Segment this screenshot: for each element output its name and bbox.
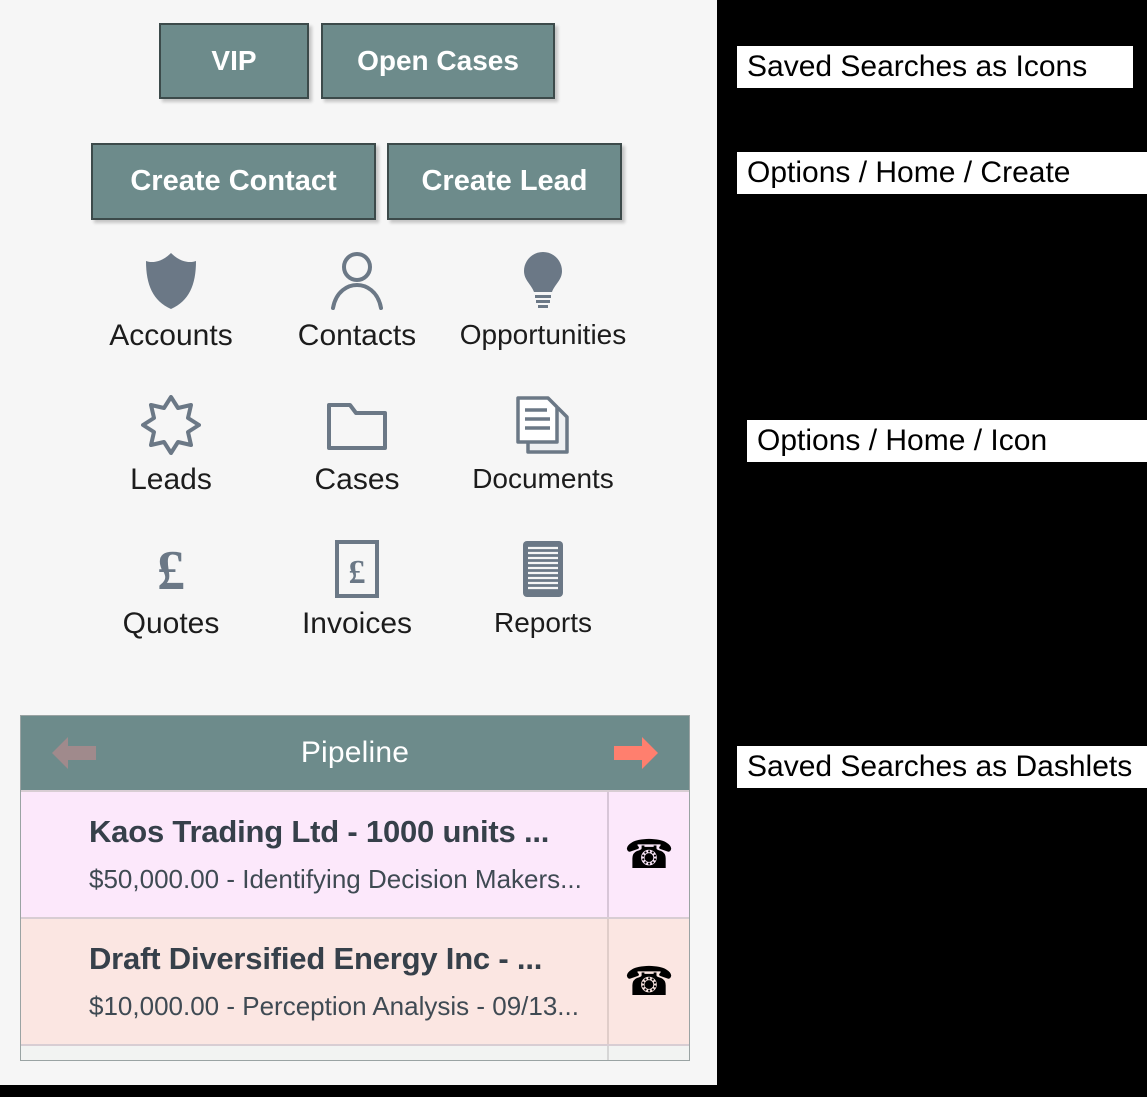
create-contact-button[interactable]: Create Contact xyxy=(91,143,376,220)
saved-search-label: Open Cases xyxy=(357,45,519,76)
module-icon-reports[interactable]: Reports xyxy=(438,536,648,637)
module-icon-documents[interactable]: Documents xyxy=(438,392,648,493)
svg-text:£: £ xyxy=(157,540,185,599)
pound-invoice-icon: £ xyxy=(252,536,462,602)
module-icon-quotes[interactable]: £ Quotes xyxy=(66,536,276,640)
module-icon-grid: Accounts Contacts Opportunities Leads Ca… xyxy=(0,248,717,680)
pipeline-row-call-button[interactable]: ☎ xyxy=(607,919,689,1044)
documents-icon xyxy=(438,392,648,458)
annotation-panel: Saved Searches as Icons Options / Home /… xyxy=(717,0,1147,1097)
icon-grid-row: £ Quotes £ Invoices Reports xyxy=(0,536,717,680)
create-action-label: Create Contact xyxy=(130,165,337,197)
pipeline-title: Pipeline xyxy=(300,736,410,769)
pipeline-row-name: Kaos Trading Ltd - 1000 units ... xyxy=(89,814,550,849)
module-icon-opportunities[interactable]: Opportunities xyxy=(438,248,648,349)
module-icon-accounts[interactable]: Accounts xyxy=(66,248,276,352)
saved-search-label: VIP xyxy=(211,45,257,76)
annotation-options-home-icon: Options / Home / Icon xyxy=(747,420,1147,462)
pipeline-row-detail: $50,000.00 - Identifying Decision Makers… xyxy=(89,864,582,894)
pipeline-row[interactable]: Draft Diversified Energy Inc - ... $10,0… xyxy=(21,917,689,1044)
module-icon-leads[interactable]: Leads xyxy=(66,392,276,496)
module-icon-invoices[interactable]: £ Invoices xyxy=(252,536,462,640)
annotation-saved-searches-as-dashlets: Saved Searches as Dashlets xyxy=(737,746,1147,788)
report-lines-icon xyxy=(438,536,648,602)
pipeline-row-call-button[interactable]: ☎ xyxy=(607,792,689,917)
pipeline-row-name: Draft Diversified Energy Inc - ... xyxy=(89,941,543,976)
arrow-right-icon[interactable] xyxy=(613,736,659,770)
pipeline-row[interactable]: Kaos Trading Ltd - 1000 units ... $50,00… xyxy=(21,790,689,917)
create-lead-button[interactable]: Create Lead xyxy=(387,143,622,220)
module-icon-contacts[interactable]: Contacts xyxy=(252,248,462,352)
module-icon-label: Contacts xyxy=(297,319,417,352)
screenshot-root: VIP Open Cases Create Contact Create Lea… xyxy=(0,0,1147,1097)
pipeline-dashlet: Pipeline Kaos Trading Ltd - 1000 units .… xyxy=(20,715,690,1061)
annotation-options-home-create: Options / Home / Create xyxy=(737,152,1147,194)
module-icon-label: Invoices xyxy=(301,607,413,640)
pipeline-row-content xyxy=(21,1046,607,1062)
pipeline-row-detail: $10,000.00 - Perception Analysis - 09/13… xyxy=(89,991,579,1021)
module-icon-label: Reports xyxy=(493,607,593,638)
pound-sign-icon: £ xyxy=(66,536,276,602)
svg-text:£: £ xyxy=(349,554,366,591)
annotation-saved-searches-as-icons: Saved Searches as Icons xyxy=(737,46,1133,88)
pipeline-header: Pipeline xyxy=(21,716,689,790)
saved-search-button-open-cases[interactable]: Open Cases xyxy=(321,23,555,99)
arrow-left-icon[interactable] xyxy=(51,736,97,770)
phone-icon: ☎ xyxy=(624,832,674,877)
module-icon-label: Accounts xyxy=(109,319,233,352)
saved-search-button-vip[interactable]: VIP xyxy=(159,23,309,99)
icon-grid-row: Leads Cases Documents xyxy=(0,392,717,536)
pipeline-row-partial[interactable] xyxy=(21,1044,689,1060)
mobile-app-panel: VIP Open Cases Create Contact Create Lea… xyxy=(0,0,717,1085)
icon-grid-row: Accounts Contacts Opportunities xyxy=(0,248,717,392)
phone-icon: ☎ xyxy=(624,959,674,1004)
create-action-label: Create Lead xyxy=(421,165,588,197)
folder-icon xyxy=(252,392,462,458)
shield-icon xyxy=(66,248,276,314)
module-icon-label: Cases xyxy=(314,463,400,496)
pipeline-row-content: Kaos Trading Ltd - 1000 units ... $50,00… xyxy=(21,792,607,917)
module-icon-label: Quotes xyxy=(122,607,220,640)
module-icon-label: Leads xyxy=(130,463,212,496)
module-icon-cases[interactable]: Cases xyxy=(252,392,462,496)
starburst-icon xyxy=(66,392,276,458)
module-icon-label: Opportunities xyxy=(459,319,627,350)
pipeline-row-call-button[interactable] xyxy=(607,1046,689,1060)
person-icon xyxy=(252,248,462,314)
lightbulb-icon xyxy=(438,248,648,314)
pipeline-row-content: Draft Diversified Energy Inc - ... $10,0… xyxy=(21,919,607,1044)
module-icon-label: Documents xyxy=(472,463,614,494)
